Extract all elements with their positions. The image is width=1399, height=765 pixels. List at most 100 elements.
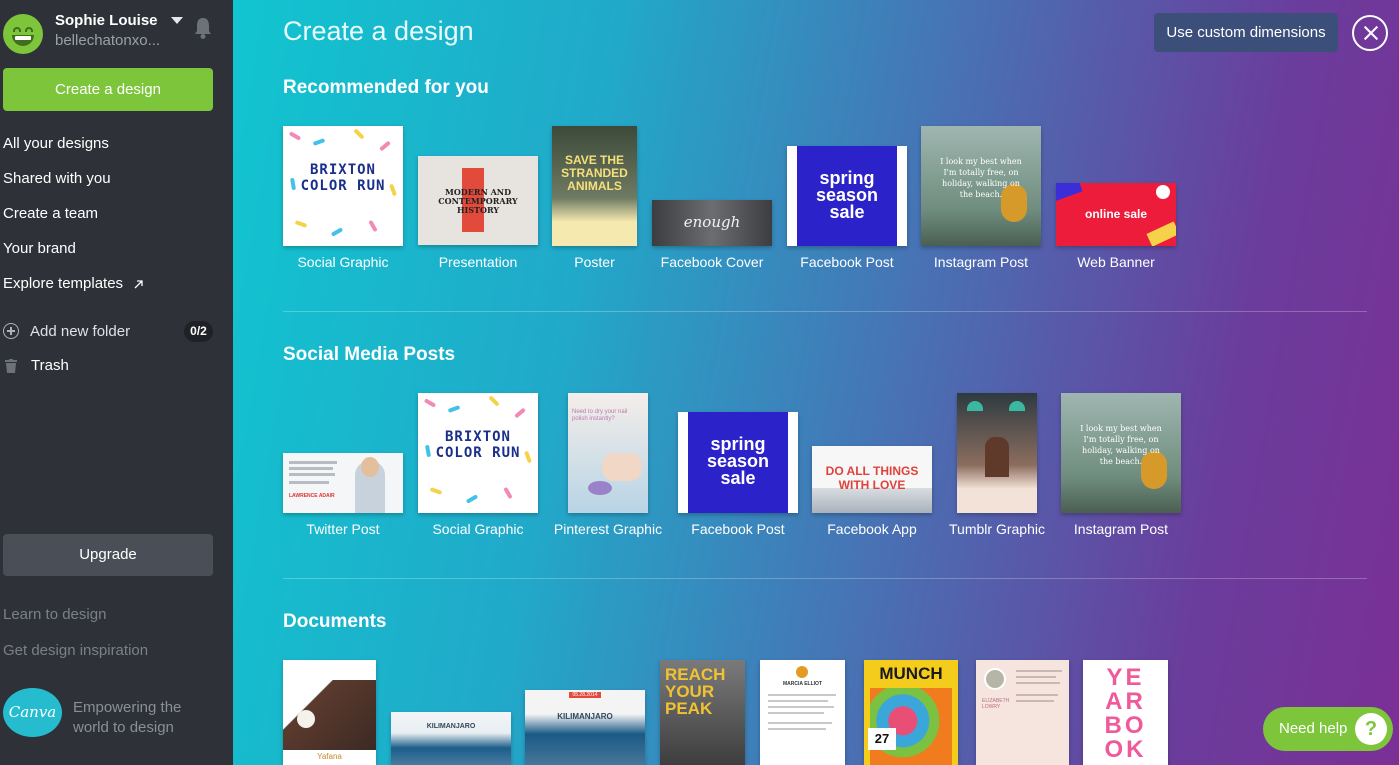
- thumb-text: 27: [868, 728, 896, 750]
- nav-create-team[interactable]: Create a team: [3, 205, 98, 222]
- thumb-text: LAWRENCE ADAIR: [289, 493, 335, 499]
- thumbnail: online sale: [1056, 183, 1176, 246]
- tagline: Empowering the world to design: [73, 699, 182, 736]
- nav-your-brand[interactable]: Your brand: [3, 240, 76, 257]
- thumb-text: MODERN AND CONTEMPORARY HISTORY: [438, 187, 518, 215]
- card-label: Facebook Post: [691, 521, 785, 537]
- need-help-button[interactable]: Need help ?: [1263, 707, 1393, 751]
- thumbnail: SAVE THE STRANDED ANIMALS: [552, 126, 637, 246]
- avatar-mouth: [12, 35, 34, 46]
- card-label: Instagram Post: [1073, 521, 1169, 537]
- thumb-text: 05.28.2014: [569, 692, 601, 698]
- thumbnail: Need to dry your nail polish instantly?: [568, 393, 648, 513]
- thumb-text: DO ALL THINGS WITH LOVE: [825, 464, 919, 492]
- section-divider: [283, 311, 1367, 312]
- template-card-instagram-post[interactable]: I look my best when I'm totally free, on…: [921, 126, 1041, 271]
- thumbnail: I look my best when I'm totally free, on…: [1061, 393, 1181, 513]
- thumb-text: SAVE THE STRANDED ANIMALS: [561, 153, 628, 193]
- add-folder-button[interactable]: Add new folder 0/2: [3, 321, 213, 343]
- custom-dimensions-button[interactable]: Use custom dimensions: [1154, 13, 1338, 52]
- trash-icon: [5, 359, 17, 373]
- card-label: Social Graphic: [297, 254, 389, 270]
- trash-label: Trash: [31, 357, 69, 374]
- thumb-text: BRIXTON COLOR RUN: [300, 162, 386, 194]
- need-help-label: Need help: [1279, 720, 1348, 737]
- thumbnail: BRIXTON COLOR RUN: [283, 126, 403, 246]
- upgrade-button[interactable]: Upgrade: [3, 534, 213, 576]
- card-label: Poster: [574, 254, 615, 270]
- thumbnail: [957, 393, 1037, 513]
- thumbnail: spring season sale: [787, 146, 907, 246]
- card-label: Tumblr Graphic: [949, 521, 1045, 537]
- document-thumbnail[interactable]: ELIZABETH LOWRY: [976, 660, 1069, 765]
- nav-all-designs[interactable]: All your designs: [3, 135, 109, 152]
- canva-logo[interactable]: Canva: [3, 688, 62, 737]
- bell-icon[interactable]: [193, 16, 213, 40]
- thumb-text: spring season sale: [815, 168, 879, 222]
- sidebar: Sophie Louise bellechatonxo... Create a …: [0, 0, 233, 765]
- thumb-text: REACH YOUR PEAK: [665, 665, 726, 718]
- page-title: Create a design: [283, 16, 474, 46]
- thumb-text: enough: [683, 213, 741, 231]
- user-name[interactable]: Sophie Louise: [55, 12, 158, 29]
- template-card-instagram-post[interactable]: I look my best when I'm totally free, on…: [1061, 393, 1181, 538]
- template-card-pinterest-graphic[interactable]: Need to dry your nail polish instantly? …: [554, 393, 662, 538]
- nav-explore-templates[interactable]: Explore templates: [3, 275, 145, 292]
- document-thumbnail[interactable]: 05.28.2014 KILIMANJARO: [525, 690, 645, 765]
- chevron-down-icon[interactable]: [171, 17, 183, 24]
- card-label: Twitter Post: [306, 521, 380, 537]
- folder-count-badge: 0/2: [184, 321, 213, 342]
- document-thumbnail[interactable]: MARCIA ELLIOT: [760, 660, 845, 765]
- template-card-social-graphic[interactable]: BRIXTON COLOR RUN Social Graphic: [283, 126, 403, 271]
- thumb-text: BRIXTON COLOR RUN: [435, 429, 521, 461]
- template-card-presentation[interactable]: MODERN AND CONTEMPORARY HISTORY Presenta…: [418, 156, 538, 271]
- thumb-text: KILIMANJARO: [557, 712, 613, 721]
- card-label: Presentation: [438, 254, 518, 270]
- template-card-social-graphic[interactable]: BRIXTON COLOR RUN Social Graphic: [418, 393, 538, 538]
- section-divider: [283, 578, 1367, 579]
- question-icon: ?: [1355, 713, 1387, 745]
- thumb-text: Yafana: [317, 752, 342, 761]
- nav-shared-with-you[interactable]: Shared with you: [3, 170, 111, 187]
- thumb-text: KILIMANJARO: [426, 723, 476, 730]
- card-label: Facebook Post: [800, 254, 894, 270]
- learn-to-design-link[interactable]: Learn to design: [3, 606, 106, 623]
- document-thumbnail[interactable]: REACH YOUR PEAK: [660, 660, 745, 765]
- avatar-eye: [25, 27, 33, 32]
- template-card-poster[interactable]: SAVE THE STRANDED ANIMALS Poster: [552, 126, 637, 271]
- section-title-recommended: Recommended for you: [283, 77, 489, 98]
- nav-explore-templates-label: Explore templates: [3, 275, 124, 292]
- template-card-facebook-post[interactable]: spring season sale Facebook Post: [678, 412, 798, 538]
- thumb-text: I look my best when I'm totally free, on…: [940, 157, 1022, 199]
- thumb-text: MUNCH: [879, 664, 943, 683]
- close-icon[interactable]: [1352, 15, 1388, 51]
- user-menu[interactable]: Sophie Louise bellechatonxo...: [0, 8, 233, 58]
- thumb-text: I look my best when I'm totally free, on…: [1080, 424, 1162, 466]
- create-design-panel: Create a design Use custom dimensions Re…: [233, 0, 1399, 765]
- avatar[interactable]: [3, 14, 43, 54]
- card-label: Social Graphic: [432, 521, 524, 537]
- template-card-tumblr-graphic[interactable]: Tumblr Graphic: [949, 393, 1045, 538]
- thumb-text: spring season sale: [706, 434, 770, 488]
- trash-link[interactable]: Trash: [3, 356, 203, 378]
- design-inspiration-link[interactable]: Get design inspiration: [3, 642, 148, 659]
- card-label: Facebook App: [827, 521, 917, 537]
- section-title-documents: Documents: [283, 611, 387, 632]
- card-label: Instagram Post: [933, 254, 1029, 270]
- thumbnail: BRIXTON COLOR RUN: [418, 393, 538, 513]
- document-thumbnail[interactable]: KILIMANJARO: [391, 712, 511, 765]
- thumbnail: spring season sale: [678, 412, 798, 513]
- add-folder-label: Add new folder: [30, 323, 131, 340]
- document-thumbnail[interactable]: YE AR BO OK: [1083, 660, 1168, 765]
- document-thumbnail[interactable]: Yafana: [283, 660, 376, 765]
- document-thumbnail[interactable]: MUNCH 27: [864, 660, 958, 765]
- external-link-icon: [134, 279, 143, 288]
- template-card-twitter-post[interactable]: LAWRENCE ADAIR Twitter Post: [283, 453, 403, 538]
- template-card-facebook-app[interactable]: DO ALL THINGS WITH LOVE Facebook App: [812, 446, 932, 538]
- create-design-button[interactable]: Create a design: [3, 68, 213, 111]
- template-card-facebook-cover[interactable]: enough Facebook Cover: [652, 200, 772, 271]
- thumb-text: ELIZABETH LOWRY: [982, 698, 1010, 710]
- template-card-facebook-post[interactable]: spring season sale Facebook Post: [787, 146, 907, 271]
- template-card-web-banner[interactable]: online sale Web Banner: [1056, 183, 1176, 271]
- section-title-social-media: Social Media Posts: [283, 344, 456, 365]
